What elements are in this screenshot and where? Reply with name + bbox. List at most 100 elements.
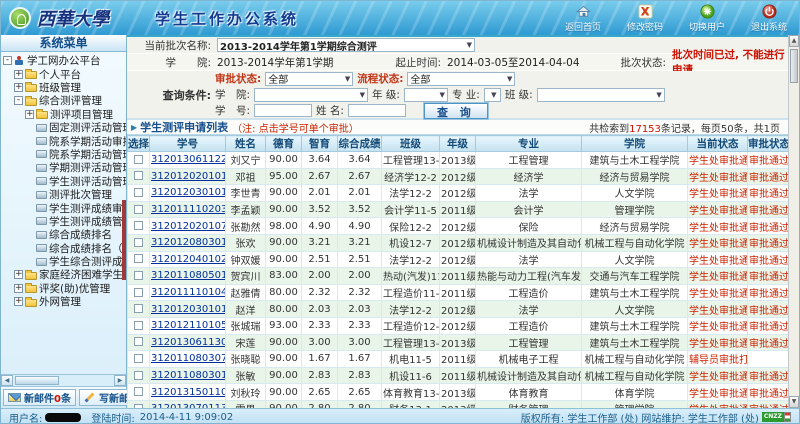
tree-item-node[interactable]: 综合成绩排名（学年 <box>1 241 126 254</box>
table-row[interactable]: 312011110104117赵雅倩80.002.322.32工程造价11-52… <box>128 284 789 301</box>
expand-plus-icon[interactable]: + <box>14 83 23 92</box>
student-id-link[interactable]: 312012030101219 <box>151 304 226 315</box>
scroll-down-icon[interactable]: ▼ <box>789 396 799 408</box>
row-checkbox[interactable] <box>134 238 143 247</box>
table-row[interactable]: 312012110105233张城瑞93.002.332.33工程造价12-22… <box>128 317 789 334</box>
table-row[interactable]: 312011080301628张敏90.002.832.83机设11-62011… <box>128 367 789 384</box>
row-checkbox[interactable] <box>134 404 143 408</box>
row-checkbox[interactable] <box>134 271 143 280</box>
table-row[interactable]: 3120130701132雷果90.002.802.80财务13-12013级财… <box>128 400 789 408</box>
table-row[interactable]: 312011080501721贺宾川83.002.002.00热动(汽发)11-… <box>128 268 789 285</box>
tree-item-node[interactable]: +班级管理 <box>1 81 126 94</box>
scroll-right-icon[interactable]: ▶ <box>114 375 126 386</box>
tree-item-root[interactable]: -学工网办公平台 <box>1 54 126 67</box>
table-row[interactable]: 3120130611307宋莲90.003.003.00工程管理13-32013… <box>128 334 789 351</box>
table-row[interactable]: 312012020107227张勘然98.004.904.90保险12-2201… <box>128 218 789 235</box>
tree-item-node[interactable]: 固定测评活动管理 <box>1 121 126 134</box>
row-checkbox[interactable] <box>134 354 143 363</box>
grade-select[interactable]: ▼ <box>404 88 448 102</box>
tree-item-node[interactable]: 学生测评活动管理 <box>1 175 126 188</box>
student-id-link[interactable]: 312012030101220 <box>151 187 226 198</box>
main-vscrollbar[interactable]: ▲ ▼ <box>788 35 799 408</box>
student-id-link[interactable]: 312012110105233 <box>151 320 226 331</box>
table-row[interactable]: 312012030101219赵洋80.002.032.03法学12-22012… <box>128 301 789 318</box>
table-row[interactable]: 3120131501105刘秋玲90.002.652.65体育教育13-1201… <box>128 384 789 401</box>
expand-plus-icon[interactable]: + <box>14 70 23 79</box>
student-id-link[interactable]: 312012040102126 <box>151 254 226 265</box>
student-id-link[interactable]: 312012020107227 <box>151 221 226 232</box>
tree-item-node[interactable]: 学期测评活动管理 <box>1 161 126 174</box>
sidebar-scrollbar-thumb[interactable] <box>122 200 126 280</box>
tree-item-node[interactable]: 学生综合测评成绩 <box>1 255 126 268</box>
table-row[interactable]: 312012040102126钟双媛90.002.512.51法学12-2201… <box>128 251 789 268</box>
table-row[interactable]: 312011080307519张晓聪90.001.671.67机电11-5201… <box>128 351 789 368</box>
sidebar-hscrollbar[interactable]: ◀ ▶ <box>1 374 126 386</box>
student-id-link[interactable]: 312011080301628 <box>151 370 226 381</box>
tree-item-node[interactable]: +测评项目管理 <box>1 108 126 121</box>
row-checkbox[interactable] <box>134 387 143 396</box>
collapse-minus-icon[interactable]: - <box>14 96 23 105</box>
student-id-link[interactable]: 312011080307519 <box>151 353 226 364</box>
student-id-link[interactable]: 312012080301704 <box>151 237 226 248</box>
tree-item-node[interactable]: 学生测评成绩管理 <box>1 215 126 228</box>
student-id-link[interactable]: 3120130701132 <box>151 403 226 408</box>
expand-plus-icon[interactable]: + <box>25 110 34 119</box>
tree-item-node[interactable]: +家庭经济困难学生认定 <box>1 268 126 281</box>
scroll-left-icon[interactable]: ◀ <box>1 375 13 386</box>
row-checkbox[interactable] <box>134 254 143 263</box>
expand-plus-icon[interactable]: + <box>14 284 23 293</box>
row-checkbox[interactable] <box>134 288 143 297</box>
tree-item-node[interactable]: 综合成绩排名 <box>1 228 126 241</box>
change-password-button[interactable]: XX 修改密码 <box>621 4 669 33</box>
student-id-link[interactable]: 3120130611221 <box>151 154 226 165</box>
table-row[interactable]: 312012080301704张欢90.003.213.21机设12-72012… <box>128 234 789 251</box>
batch-select[interactable]: 2013-2014学年第1学期综合测评▼ <box>217 38 475 52</box>
table-row[interactable]: 3120130611221刘又宁90.003.643.64工程管理13-2201… <box>128 152 789 169</box>
table-row[interactable]: 312012030101220李世青90.002.012.01法学12-2201… <box>128 185 789 202</box>
tree-item-node[interactable]: +个人平台 <box>1 67 126 80</box>
class-select[interactable]: ▼ <box>537 88 665 102</box>
search-button[interactable]: 查 询 <box>424 103 488 119</box>
row-checkbox[interactable] <box>134 155 143 164</box>
scroll-up-icon[interactable]: ▲ <box>789 35 799 47</box>
tree-item-node[interactable]: -综合测评管理 <box>1 94 126 107</box>
new-mail-button[interactable]: 新邮件0条 <box>3 389 76 406</box>
tree-item-node[interactable]: 学生测评成绩审核 <box>1 201 126 214</box>
row-checkbox[interactable] <box>134 171 143 180</box>
row-checkbox[interactable] <box>134 304 143 313</box>
expand-plus-icon[interactable]: + <box>14 270 23 279</box>
major-select[interactable]: ▼ <box>484 88 501 102</box>
student-id-link[interactable]: 3120131501105 <box>151 387 226 398</box>
hscroll-thumb[interactable] <box>15 376 59 385</box>
row-checkbox[interactable] <box>134 188 143 197</box>
approval-status-select[interactable]: 全部▼ <box>265 72 353 86</box>
student-name-input[interactable] <box>348 104 406 117</box>
student-id-link[interactable]: 312011080501721 <box>151 270 226 281</box>
student-id-link[interactable]: 3120130611307 <box>151 337 226 348</box>
row-checkbox[interactable] <box>134 371 143 380</box>
row-checkbox[interactable] <box>134 321 143 330</box>
student-id-link[interactable]: 312011110203508 <box>151 204 226 215</box>
home-button[interactable]: 返回首页 <box>559 4 607 33</box>
tree-item-node[interactable]: 院系学期活动审批 <box>1 134 126 147</box>
logout-button[interactable]: 退出系统 <box>745 4 793 33</box>
student-id-link[interactable]: 312011110104117 <box>151 287 226 298</box>
student-id-input[interactable] <box>254 104 312 117</box>
tree-item-node[interactable]: 测评批次管理 <box>1 188 126 201</box>
table-row[interactable]: 312012020101210邓祖95.002.672.67经济学12-2201… <box>128 168 789 185</box>
row-checkbox[interactable] <box>134 337 143 346</box>
row-checkbox[interactable] <box>134 221 143 230</box>
college-select[interactable]: ▼ <box>254 88 368 102</box>
process-status-select[interactable]: 全部▼ <box>407 72 515 86</box>
tree-item-node[interactable]: +评奖(助)优管理 <box>1 282 126 295</box>
cnzz-badge[interactable]: CNZZ <box>762 412 791 422</box>
collapse-minus-icon[interactable]: - <box>3 56 12 65</box>
vscroll-thumb[interactable] <box>790 49 798 83</box>
switch-user-button[interactable]: 切换用户 <box>683 4 731 33</box>
table-row[interactable]: 312011110203508李孟颖90.003.523.52会计学11-520… <box>128 201 789 218</box>
row-checkbox[interactable] <box>134 205 143 214</box>
student-id-link[interactable]: 312012020101210 <box>151 171 226 182</box>
tree-item-node[interactable]: 院系学期活动管理 <box>1 148 126 161</box>
tree-item-node[interactable]: +外网管理 <box>1 295 126 308</box>
expand-plus-icon[interactable]: + <box>14 297 23 306</box>
